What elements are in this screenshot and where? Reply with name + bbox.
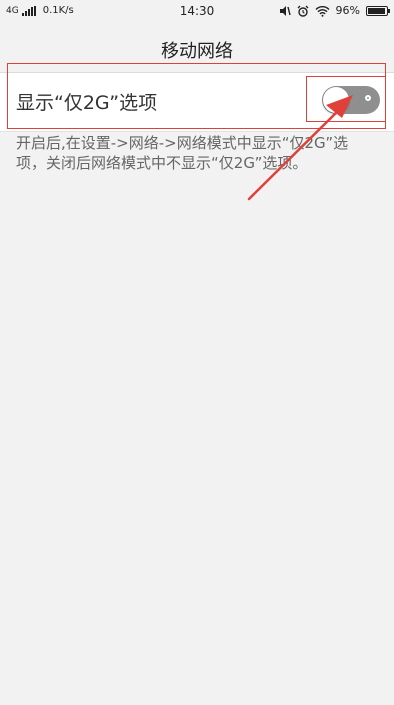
title-bar: 移动网络 (0, 24, 394, 73)
status-bar: 4G 0.1K/s 14:30 96% (0, 0, 394, 24)
setting-description: 开启后,在设置->网络->网络模式中显示“仅2G”选项，关闭后网络模式中不显示“… (16, 134, 349, 172)
setting-label: 显示“仅2G”选项 (16, 92, 158, 114)
annotation-highlight-toggle (306, 76, 386, 122)
mute-icon (279, 5, 291, 17)
page-title: 移动网络 (161, 41, 233, 62)
wifi-icon (315, 5, 330, 17)
battery-percent: 96% (335, 4, 360, 17)
alarm-icon (297, 5, 309, 17)
battery-fill (368, 7, 386, 14)
battery-icon (366, 5, 390, 16)
status-right: 96% (279, 4, 390, 17)
